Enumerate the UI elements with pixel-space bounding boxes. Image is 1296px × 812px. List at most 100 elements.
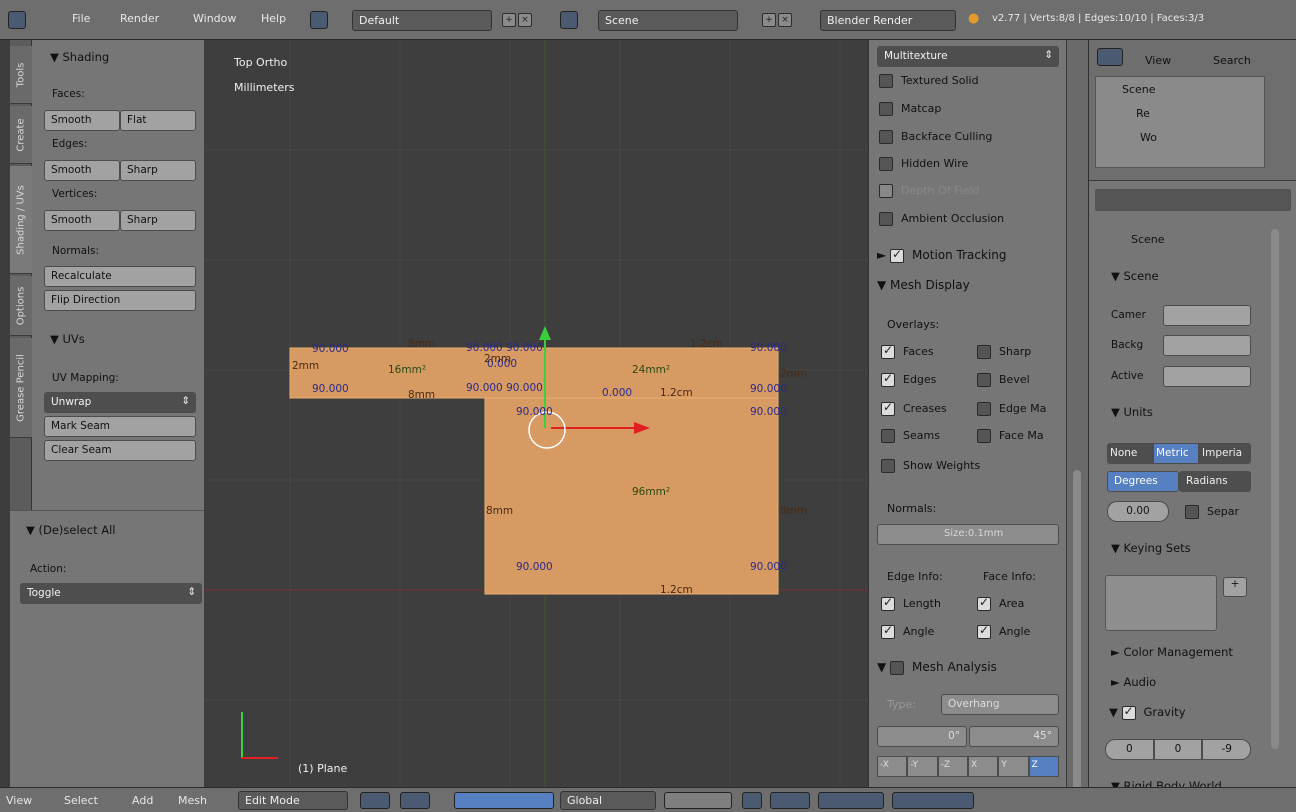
audio-header[interactable]: ► Audio xyxy=(1111,675,1156,689)
scene-add-icon[interactable]: + xyxy=(762,13,776,27)
snap-icon[interactable] xyxy=(818,792,884,809)
menu-add[interactable]: Add xyxy=(132,794,153,807)
clear-seam-button[interactable]: Clear Seam xyxy=(44,440,196,461)
unwrap-select[interactable]: Unwrap ⇕ xyxy=(44,392,196,413)
faces-flat-button[interactable]: Flat xyxy=(120,110,196,131)
edges-smooth-button[interactable]: Smooth xyxy=(44,160,120,181)
proportional-edit-icon[interactable] xyxy=(770,792,810,809)
face-angle-checkbox[interactable]: Angle xyxy=(977,623,1030,639)
edge-marks-checkbox[interactable]: Edge Ma xyxy=(977,402,1046,416)
radians-button[interactable]: Radians xyxy=(1179,471,1251,492)
face-marks-checkbox[interactable]: Face Ma xyxy=(977,429,1044,443)
axis-button[interactable]: X xyxy=(967,756,999,777)
vertices-sharp-button[interactable]: Sharp xyxy=(120,210,196,231)
mesh-analysis-header[interactable]: ▼ Mesh Analysis xyxy=(877,660,997,675)
action-select[interactable]: Toggle ⇕ xyxy=(20,583,202,604)
scene-icon[interactable] xyxy=(560,11,578,29)
faces-smooth-button[interactable]: Smooth xyxy=(44,110,120,131)
vertices-smooth-button[interactable]: Smooth xyxy=(44,210,120,231)
tab-options[interactable]: Options xyxy=(10,276,32,336)
add-keying-set-icon[interactable]: + xyxy=(1223,577,1247,597)
layout-icon[interactable] xyxy=(310,11,328,29)
axis-button[interactable]: -Y xyxy=(907,756,938,777)
pivot-point-icon[interactable] xyxy=(400,792,430,809)
keying-sets-header[interactable]: ▼ Keying Sets xyxy=(1111,541,1191,555)
mark-seam-button[interactable]: Mark Seam xyxy=(44,416,196,437)
face-area-checkbox[interactable]: Area xyxy=(977,595,1024,611)
motion-tracking-panel[interactable]: ► Motion Tracking xyxy=(877,247,1007,263)
limit-selection-icon[interactable] xyxy=(742,792,762,809)
menu-window[interactable]: Window xyxy=(193,12,236,25)
properties-context-tabs[interactable] xyxy=(1095,189,1291,211)
gravity-y-field[interactable]: 0 xyxy=(1153,739,1203,760)
gravity-header[interactable]: ▼ Gravity xyxy=(1109,704,1186,720)
axis-button[interactable]: Y xyxy=(998,756,1029,777)
tab-shading-uvs[interactable]: Shading / UVs xyxy=(10,166,32,274)
edges-overlay-checkbox[interactable]: Edges xyxy=(881,371,936,387)
angle-max-field[interactable]: 45° xyxy=(969,726,1059,747)
render-preview-icon[interactable] xyxy=(892,792,974,809)
viewport-shading-icon[interactable] xyxy=(360,792,390,809)
depth-of-field-checkbox[interactable]: Depth Of Field xyxy=(879,184,979,198)
render-engine-select[interactable]: Blender Render xyxy=(820,10,956,31)
select-mode-icon[interactable] xyxy=(664,792,732,809)
axis-button[interactable]: Z xyxy=(1028,756,1059,777)
menu-help[interactable]: Help xyxy=(261,12,286,25)
tab-grease-pencil[interactable]: Grease Pencil xyxy=(10,338,32,438)
gravity-x-field[interactable]: 0 xyxy=(1105,739,1154,760)
shading-mode-select[interactable]: Multitexture ⇕ xyxy=(877,46,1059,67)
angle-min-field[interactable]: 0° xyxy=(877,726,967,747)
creases-overlay-checkbox[interactable]: Creases xyxy=(881,400,947,416)
mode-select[interactable]: Edit Mode xyxy=(238,791,348,810)
tab-tools[interactable]: Tools xyxy=(10,46,32,104)
units-none-button[interactable]: None xyxy=(1107,443,1153,464)
seams-overlay-checkbox[interactable]: Seams xyxy=(881,429,940,443)
degrees-button[interactable]: Degrees xyxy=(1107,471,1179,492)
show-weights-checkbox[interactable]: Show Weights xyxy=(881,459,980,473)
outliner-view-menu[interactable]: View xyxy=(1145,54,1171,67)
y-gizmo-arrow-icon[interactable] xyxy=(539,326,551,340)
edges-sharp-button[interactable]: Sharp xyxy=(120,160,196,181)
transform-orientation-select[interactable]: Global xyxy=(560,791,656,810)
outliner-item-render[interactable]: Re xyxy=(1136,107,1150,120)
scrollbar-thumb[interactable] xyxy=(1073,470,1081,790)
layout-field[interactable]: Default xyxy=(352,10,492,31)
edge-angle-checkbox[interactable]: Angle xyxy=(881,623,934,639)
bevel-overlay-checkbox[interactable]: Bevel xyxy=(977,373,1030,387)
manipulator-icon[interactable] xyxy=(454,792,554,809)
camera-field[interactable] xyxy=(1163,305,1251,326)
outliner-search-menu[interactable]: Search xyxy=(1213,54,1251,67)
scene-panel-header[interactable]: ▼ Scene xyxy=(1111,269,1159,283)
sharp-overlay-checkbox[interactable]: Sharp xyxy=(977,345,1031,359)
scene-close-icon[interactable]: × xyxy=(778,13,792,27)
normal-size-field[interactable]: Size:0.1mm xyxy=(877,524,1059,545)
textured-solid-checkbox[interactable]: Textured Solid xyxy=(879,74,979,88)
outliner-item-world[interactable]: Wo xyxy=(1140,131,1157,144)
analysis-type-select[interactable]: Overhang xyxy=(941,694,1059,715)
color-management-header[interactable]: ► Color Management xyxy=(1111,645,1233,659)
menu-file[interactable]: File xyxy=(72,12,90,25)
properties-scrollbar[interactable] xyxy=(1271,229,1279,749)
outliner-type-icon[interactable] xyxy=(1097,48,1123,66)
uvs-panel-header[interactable]: ▼ UVs xyxy=(50,332,85,346)
outliner-item-scene[interactable]: Scene xyxy=(1122,83,1156,96)
unit-scale-field[interactable]: 0.00 xyxy=(1107,501,1169,522)
editor-type-icon[interactable] xyxy=(8,11,26,29)
axis-button[interactable]: -Z xyxy=(937,756,968,777)
layout-add-icon[interactable]: + xyxy=(502,13,516,27)
units-metric-button[interactable]: Metric xyxy=(1153,443,1199,464)
flip-direction-button[interactable]: Flip Direction xyxy=(44,290,196,311)
menu-select[interactable]: Select xyxy=(64,794,98,807)
menu-mesh[interactable]: Mesh xyxy=(178,794,207,807)
mesh-display-header[interactable]: ▼ Mesh Display xyxy=(877,278,970,292)
ambient-occlusion-checkbox[interactable]: Ambient Occlusion xyxy=(879,212,1004,226)
units-imperial-button[interactable]: Imperia xyxy=(1199,443,1251,464)
operator-header[interactable]: ▼ (De)select All xyxy=(26,523,115,537)
units-panel-header[interactable]: ▼ Units xyxy=(1111,405,1153,419)
edge-length-checkbox[interactable]: Length xyxy=(881,595,941,611)
panel-scrollbar[interactable] xyxy=(1066,40,1088,790)
hidden-wire-checkbox[interactable]: Hidden Wire xyxy=(879,157,968,171)
layout-close-icon[interactable]: × xyxy=(518,13,532,27)
gravity-z-field[interactable]: -9 xyxy=(1202,739,1252,760)
3d-viewport[interactable]: Top Ortho Millimeters (1) Plane 90.000 8… xyxy=(204,40,868,787)
